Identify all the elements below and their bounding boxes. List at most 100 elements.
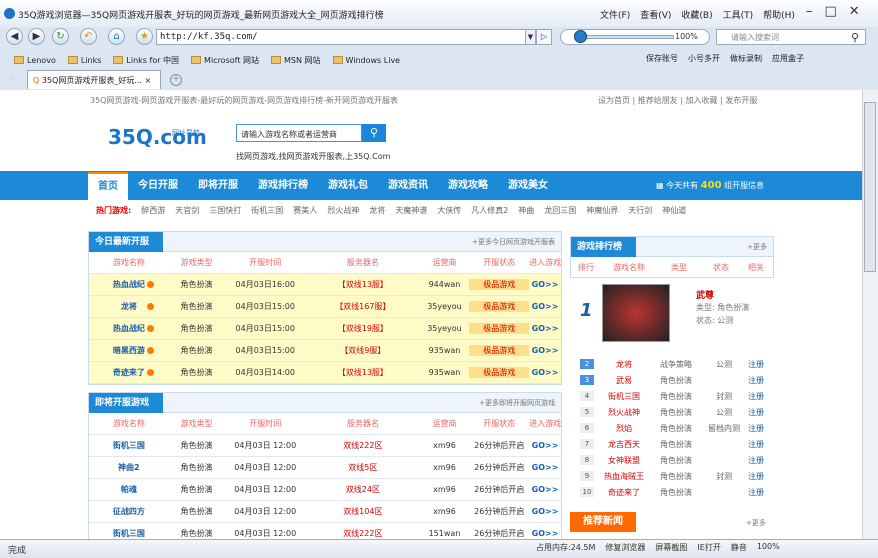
minimize-icon[interactable]: – <box>806 4 813 19</box>
register-link[interactable]: 注册 <box>744 407 768 418</box>
fav-item[interactable]: Windows Live <box>332 53 400 67</box>
game-name[interactable]: 征战四方 <box>89 506 169 517</box>
memory-status[interactable]: 占用内存:24.5M <box>536 542 595 553</box>
enter-game-button[interactable]: GO>> <box>529 324 561 333</box>
rank-row[interactable]: 7 龙吉西天 角色扮演 注册 <box>570 436 774 452</box>
game-name[interactable]: 街机三国 <box>89 440 169 451</box>
upcoming-title[interactable]: 即将开服游戏 <box>89 393 164 413</box>
today-title[interactable]: 今日最新开服 <box>89 232 164 252</box>
fav-item[interactable]: Microsoft 网站 <box>191 53 259 67</box>
hot-game[interactable]: 三国快打 <box>209 205 241 216</box>
register-link[interactable]: 注册 <box>744 359 768 370</box>
table-row[interactable]: 热血战纪 角色扮演 04月03日16:00 【双线13服】 944wan 极品游戏 GO>> <box>89 274 561 296</box>
game-name[interactable]: 热血海贼王 <box>600 471 648 482</box>
register-link[interactable]: 注册 <box>744 375 768 386</box>
rank-row[interactable]: 4 街机三国 角色扮演 封测 注册 <box>570 388 774 404</box>
table-row[interactable]: 神曲2 角色扮演 04月03日 12:00 双线5区 xm96 26分钟后开启 GO>> <box>89 457 561 479</box>
menu-view[interactable]: 查看(V) <box>640 8 671 21</box>
enter-game-button[interactable]: GO>> <box>529 441 561 450</box>
star-icon[interactable]: ★ <box>136 28 153 45</box>
register-link[interactable]: 注册 <box>744 391 768 402</box>
back-icon[interactable]: ◀ <box>6 28 23 45</box>
fav-item[interactable]: Links for 中国 <box>113 53 179 67</box>
rank-row[interactable]: 8 女神联盟 角色扮演 注册 <box>570 452 774 468</box>
nav-home[interactable]: 首页 <box>88 172 128 200</box>
search-icon[interactable]: ⚲ <box>851 31 859 44</box>
game-search-input[interactable]: 请输入游戏名称或者运营商 <box>236 124 362 142</box>
hot-game[interactable]: 天行剑 <box>628 205 652 216</box>
address-input[interactable]: http://kf.35q.com/ <box>156 29 526 45</box>
hot-game[interactable]: 大侠传 <box>437 205 461 216</box>
game-name[interactable]: 神曲2 <box>89 462 169 473</box>
hot-game[interactable]: 龙将 <box>369 205 385 216</box>
register-link[interactable]: 注册 <box>744 471 768 482</box>
game-name[interactable]: 街机三国 <box>89 528 169 539</box>
hot-game[interactable]: 街机三国 <box>251 205 283 216</box>
today-more-link[interactable]: +更多今日网页游戏开服表 <box>472 237 555 247</box>
rank-title[interactable]: 游戏排行榜 <box>571 237 637 257</box>
hot-game[interactable]: 赛美人 <box>293 205 317 216</box>
table-row[interactable]: 热血战纪 角色扮演 04月03日15:00 【双线19服】 35yeyou 极品游戏 GO>… <box>89 318 561 340</box>
rank-row[interactable]: 3 武易 角色扮演 注册 <box>570 372 774 388</box>
rank-row[interactable]: 10 奇迹来了 角色扮演 注册 <box>570 484 774 500</box>
rank-row[interactable]: 6 烈焰 角色扮演 留档内测 注册 <box>570 420 774 436</box>
tab-star-icon[interactable]: ☆ <box>8 73 17 84</box>
table-row[interactable]: 帕魂 角色扮演 04月03日 12:00 双线24区 xm96 26分钟后开启 GO>> <box>89 479 561 501</box>
game-name[interactable]: 奇迹来了 <box>600 487 648 498</box>
forward-icon[interactable]: ▶ <box>28 28 45 45</box>
register-link[interactable]: 注册 <box>744 487 768 498</box>
game-name[interactable]: 龙将 <box>89 301 169 312</box>
screenshot-tool[interactable]: 屏幕截图 <box>655 542 687 553</box>
undo-icon[interactable]: ↶ <box>80 28 97 45</box>
nav-upcoming[interactable]: 即将开服 <box>188 171 248 200</box>
tab-close-icon[interactable]: × <box>145 76 152 85</box>
nav-today[interactable]: 今日开服 <box>128 171 188 200</box>
hot-game[interactable]: 天官剑 <box>175 205 199 216</box>
game-name[interactable]: 龙将 <box>600 359 648 370</box>
rank-row[interactable]: 2 龙将 战争策略 公测 注册 <box>570 356 774 372</box>
status-zoom[interactable]: 100% <box>757 542 780 553</box>
enter-game-button[interactable]: GO>> <box>529 529 561 538</box>
game-name[interactable]: 龙吉西天 <box>600 439 648 450</box>
maximize-icon[interactable]: □ <box>825 4 837 19</box>
fav-item[interactable]: Links <box>67 53 101 67</box>
ie-open[interactable]: IE打开 <box>697 542 720 553</box>
rank-row[interactable]: 9 热血海贼王 角色扮演 封测 注册 <box>570 468 774 484</box>
top-links[interactable]: 设为首页 | 推荐给朋友 | 加入收藏 | 发布开服 <box>598 95 757 106</box>
rank-featured-name[interactable]: 武尊 <box>696 288 714 301</box>
rank-more-link[interactable]: +更多 <box>747 242 767 252</box>
enter-game-button[interactable]: GO>> <box>529 368 561 377</box>
tool-app-box[interactable]: 应用盒子 <box>772 53 804 64</box>
upcoming-more-link[interactable]: +更多即将开服网页游戏 <box>479 398 555 408</box>
enter-game-button[interactable]: GO>> <box>529 346 561 355</box>
nav-guide[interactable]: 游戏攻略 <box>438 171 498 200</box>
table-row[interactable]: 暗黑西游 角色扮演 04月03日15:00 【双线9服】 935wan 极品游戏 GO>> <box>89 340 561 362</box>
game-name[interactable]: 热血战纪 <box>89 323 169 334</box>
new-tab-icon[interactable]: + <box>170 74 182 86</box>
game-name[interactable]: 武易 <box>600 375 648 386</box>
menu-help[interactable]: 帮助(H) <box>763 8 795 21</box>
hot-game[interactable]: 神曲 <box>518 205 534 216</box>
tool-save-account[interactable]: 保存账号 <box>646 53 678 64</box>
hot-game[interactable]: 龙回三国 <box>544 205 576 216</box>
tool-multi-open[interactable]: 小号多开 <box>688 53 720 64</box>
menu-favorites[interactable]: 收藏(B) <box>681 8 712 21</box>
go-icon[interactable]: ▷ <box>536 29 552 45</box>
enter-game-button[interactable]: GO>> <box>529 280 561 289</box>
game-name[interactable]: 烈焰 <box>600 423 648 434</box>
register-link[interactable]: 注册 <box>744 439 768 450</box>
nav-beauty[interactable]: 游戏美女 <box>498 171 558 200</box>
table-row[interactable]: 奇迹来了 角色扮演 04月03日14:00 【双线13服】 935wan 极品游戏 GO>> <box>89 362 561 384</box>
rank-row[interactable]: 5 烈火战神 角色扮演 公测 注册 <box>570 404 774 420</box>
tool-record[interactable]: 做标录制 <box>730 53 762 64</box>
zoom-knob-icon[interactable] <box>574 30 587 43</box>
enter-game-button[interactable]: GO>> <box>529 463 561 472</box>
game-name[interactable]: 女神联盟 <box>600 455 648 466</box>
repair-browser[interactable]: 修复浏览器 <box>605 542 645 553</box>
search-input[interactable]: 请输入搜索词 <box>716 29 866 45</box>
scrollbar-thumb[interactable] <box>864 102 876 272</box>
address-dropdown-icon[interactable]: ▼ <box>525 29 536 45</box>
table-row[interactable]: 龙将 角色扮演 04月03日15:00 【双线167服】 35yeyou 极品游戏 GO>> <box>89 296 561 318</box>
nav-gift[interactable]: 游戏礼包 <box>318 171 378 200</box>
menu-file[interactable]: 文件(F) <box>600 8 630 21</box>
